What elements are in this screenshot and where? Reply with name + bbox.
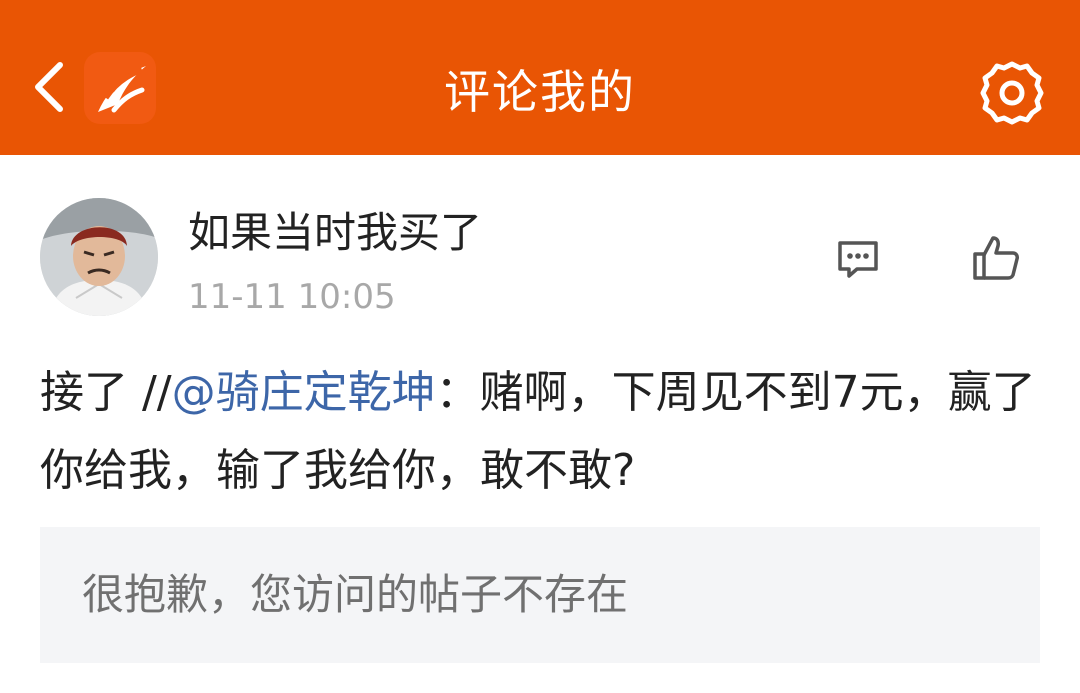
quoted-post[interactable]: 很抱歉，您访问的帖子不存在 bbox=[40, 527, 1040, 663]
top-bar: 评论我的 bbox=[0, 0, 1080, 155]
avatar[interactable] bbox=[40, 198, 158, 316]
quoted-post-text: 很抱歉，您访问的帖子不存在 bbox=[82, 570, 629, 619]
gear-icon bbox=[980, 61, 1044, 125]
page-title: 评论我的 bbox=[444, 65, 636, 119]
comment-username[interactable]: 如果当时我买了 bbox=[188, 204, 482, 262]
mention-link[interactable]: @骑庄定乾坤 bbox=[172, 367, 436, 418]
comment-body: 接了 //@骑庄定乾坤：赌啊，下周见不到7元，赢了你给我，输了我给你，敢不敢? bbox=[40, 354, 1040, 510]
like-button[interactable] bbox=[966, 228, 1026, 288]
reply-button[interactable] bbox=[830, 232, 886, 288]
comment-text-prefix: 接了 // bbox=[40, 367, 172, 418]
comment-timestamp: 11-11 10:05 bbox=[188, 277, 396, 317]
settings-button[interactable] bbox=[974, 55, 1050, 131]
comment-bubble-icon bbox=[838, 241, 878, 278]
thumbs-up-icon bbox=[973, 236, 1019, 280]
